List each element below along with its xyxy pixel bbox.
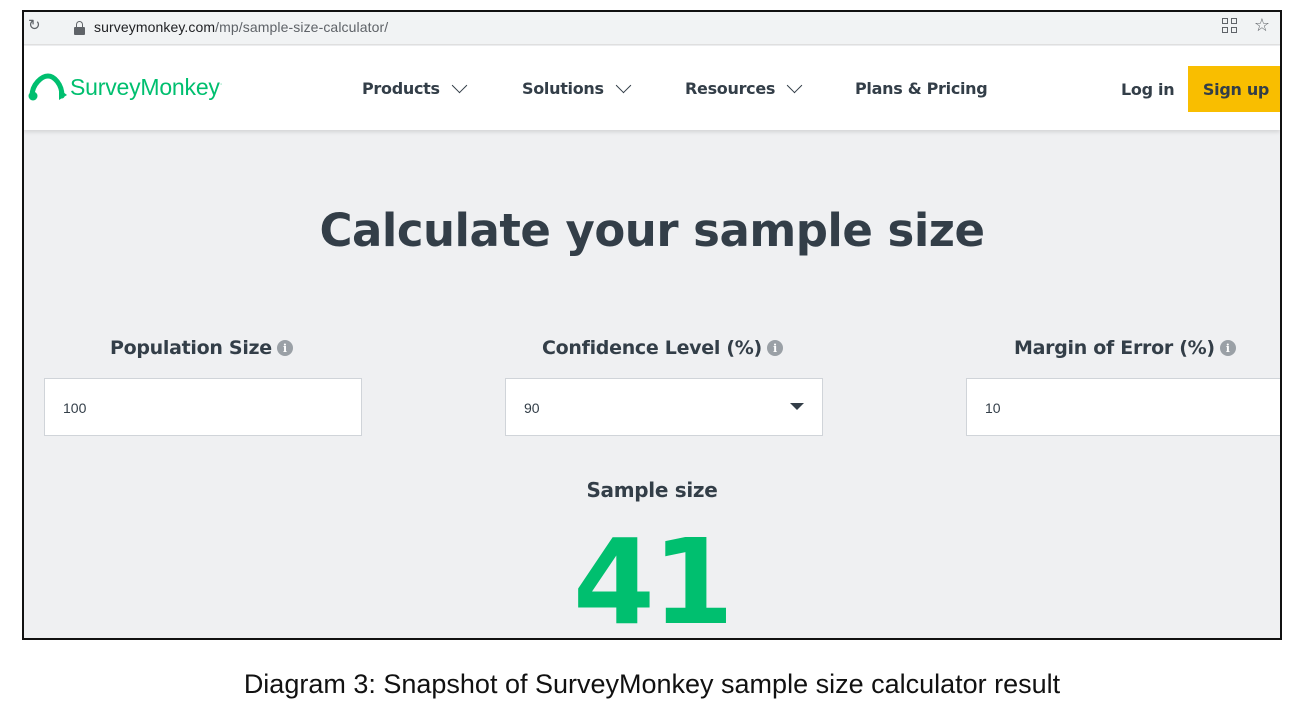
nav-solutions-label: Solutions	[522, 79, 604, 98]
margin-of-error-label: Margin of Error (%) i	[1014, 337, 1236, 359]
population-size-label-text: Population Size	[110, 337, 272, 359]
nav-resources[interactable]: Resources	[685, 77, 803, 98]
reload-icon[interactable]: ↻	[28, 16, 41, 34]
chevron-down-icon	[451, 77, 467, 94]
page-title: Calculate your sample size	[319, 204, 985, 257]
nav-plans-pricing-label: Plans & Pricing	[855, 79, 988, 98]
bookmark-star-icon[interactable]: ☆	[1254, 15, 1270, 36]
url-path: /mp/sample-size-calculator/	[215, 19, 389, 35]
url-box[interactable]: surveymonkey.com/mp/sample-size-calculat…	[64, 15, 1220, 42]
margin-of-error-label-text: Margin of Error (%)	[1014, 337, 1215, 359]
chevron-down-icon	[615, 77, 632, 94]
population-size-input[interactable]: 100	[44, 378, 362, 436]
nav-products[interactable]: Products	[362, 77, 467, 98]
url-text[interactable]: surveymonkey.com/mp/sample-size-calculat…	[94, 19, 388, 35]
nav-solutions[interactable]: Solutions	[522, 77, 632, 98]
chevron-down-icon	[786, 77, 803, 94]
figure-caption: Diagram 3: Snapshot of SurveyMonkey samp…	[243, 669, 1061, 699]
url-domain: surveymonkey.com	[94, 19, 216, 35]
population-size-label: Population Size i	[110, 337, 293, 359]
confidence-level-select[interactable]: 90	[505, 378, 823, 436]
logo-text: SurveyMonkey·	[70, 73, 223, 100]
qr-code-icon[interactable]	[1222, 18, 1238, 34]
nav-plans-pricing[interactable]: Plans & Pricing	[855, 79, 988, 98]
info-icon[interactable]: i	[276, 340, 293, 356]
monkey-logo-icon	[28, 73, 67, 101]
info-icon[interactable]: i	[766, 340, 783, 356]
lock-icon	[74, 21, 85, 35]
confidence-level-label: Confidence Level (%) i	[542, 337, 783, 359]
screenshot-frame: ↻ surveymonkey.com/mp/sample-size-calcul…	[22, 10, 1282, 640]
confidence-level-label-text: Confidence Level (%)	[542, 337, 762, 359]
browser-address-bar: ↻ surveymonkey.com/mp/sample-size-calcul…	[24, 12, 1280, 45]
signup-button[interactable]: Sign up	[1188, 66, 1280, 112]
surveymonkey-logo[interactable]: SurveyMonkey·	[28, 72, 222, 102]
sample-size-label: Sample size	[586, 478, 718, 502]
caret-down-icon	[790, 403, 804, 410]
logo-wordmark: SurveyMonkey	[70, 73, 220, 100]
sample-size-result: 41	[572, 513, 734, 640]
login-link[interactable]: Log in	[1121, 80, 1175, 99]
nav-products-label: Products	[362, 79, 440, 98]
margin-of-error-input[interactable]: 10	[966, 378, 1280, 436]
confidence-level-value: 90	[524, 400, 540, 416]
info-icon[interactable]: i	[1219, 340, 1236, 356]
site-header: SurveyMonkey· Products Solutions Resourc…	[24, 46, 1280, 130]
nav-resources-label: Resources	[685, 79, 776, 98]
